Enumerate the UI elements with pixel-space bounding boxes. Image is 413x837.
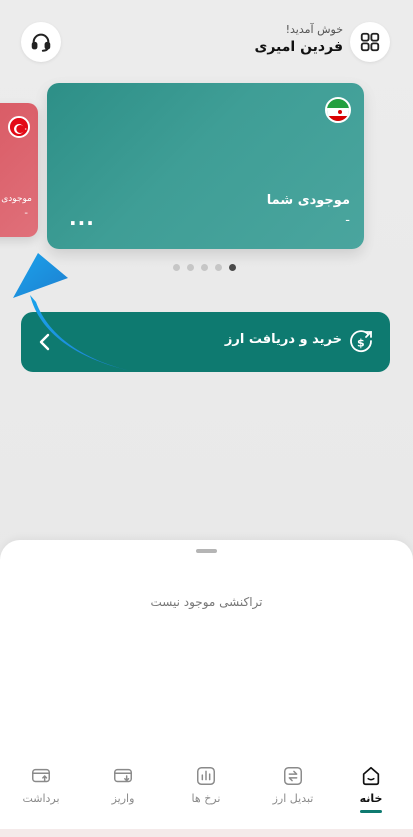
nav-deposit[interactable]: واریز [93, 765, 153, 805]
carousel-indicator [173, 264, 236, 271]
nav-active-indicator [360, 810, 382, 813]
empty-transactions-message: تراکنشی موجود نیست [150, 595, 263, 609]
sheet-drag-handle[interactable] [196, 549, 217, 553]
exchange-icon [284, 767, 302, 785]
nav-exchange-label: تبدیل ارز [272, 792, 314, 805]
carousel-dot[interactable] [173, 264, 180, 271]
nav-home[interactable]: خانه [341, 765, 401, 813]
nav-rates-label: نرخ ها [191, 792, 221, 805]
side-balance-card[interactable]: موجودی - [0, 103, 38, 237]
swipe-hint-arrow [13, 253, 135, 372]
home-icon [362, 766, 380, 786]
grid-icon [360, 32, 380, 52]
home-screen: خوش آمدید! فردین امیری موجودی - موجودی ش… [0, 0, 413, 837]
nav-withdraw-label: برداشت [22, 792, 60, 805]
headset-icon [31, 33, 51, 52]
nav-home-label: خانه [359, 792, 383, 805]
iran-flag-icon [325, 97, 351, 123]
menu-button[interactable] [350, 22, 390, 62]
bottom-navigation: خانه تبدیل ارز نرخ ها واریز برداشت [0, 755, 413, 837]
support-button[interactable] [21, 22, 61, 62]
carousel-dot[interactable] [187, 264, 194, 271]
nav-exchange[interactable]: تبدیل ارز [263, 765, 323, 805]
bottom-strip [0, 829, 413, 837]
main-balance-card[interactable]: موجودی شما - ... [47, 83, 364, 249]
carousel-dot[interactable] [201, 264, 208, 271]
withdraw-icon [32, 768, 50, 783]
balance-value: - [345, 213, 350, 228]
card-more-button[interactable]: ... [69, 206, 95, 230]
turkey-flag-icon [8, 116, 30, 138]
user-name: فردین امیری [254, 39, 343, 55]
rates-icon [197, 767, 215, 785]
svg-text:$: $ [357, 337, 365, 350]
nav-deposit-label: واریز [111, 792, 135, 805]
dollar-exchange-icon: $ [350, 330, 372, 353]
carousel-dot[interactable] [215, 264, 222, 271]
buy-and-receive-label: خرید و دریافت ارز [224, 332, 342, 347]
deposit-icon [114, 768, 132, 783]
nav-rates[interactable]: نرخ ها [176, 765, 236, 805]
carousel-dot-active[interactable] [229, 264, 236, 271]
side-card-balance-value: - [24, 208, 28, 219]
side-card-balance-label: موجودی [1, 194, 32, 204]
nav-withdraw[interactable]: برداشت [11, 765, 71, 805]
balance-label: موجودی شما [266, 193, 350, 208]
greeting-text: خوش آمدید! [285, 23, 343, 36]
welcome-block: خوش آمدید! فردین امیری [254, 23, 343, 55]
